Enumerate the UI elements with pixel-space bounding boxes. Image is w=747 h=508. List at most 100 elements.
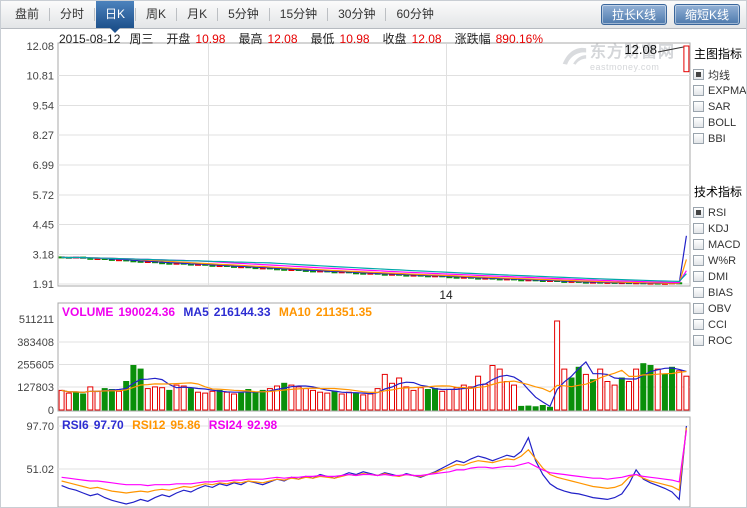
rsi24-value: 92.98 xyxy=(247,418,277,432)
svg-text:1.91: 1.91 xyxy=(33,279,54,291)
kline-zoom-buttons: 拉长K线 缩短K线 xyxy=(601,4,740,25)
tab-divider xyxy=(327,8,328,21)
item-label: RSI xyxy=(708,207,726,219)
high-value: 12.08 xyxy=(267,32,297,46)
sidebar-item-kdj[interactable]: KDJ xyxy=(693,221,747,236)
item-label: MACD xyxy=(708,239,740,251)
svg-text:6.99: 6.99 xyxy=(33,160,54,172)
item-label: OBV xyxy=(708,303,731,315)
sidebar-item-cci[interactable]: CCI xyxy=(693,317,747,332)
tab-divider xyxy=(135,8,136,21)
checkbox-icon xyxy=(693,69,704,80)
volume-label: VOLUME xyxy=(62,305,113,319)
tab-divider xyxy=(269,8,270,21)
checkbox-icon xyxy=(693,223,704,234)
sidebar-item-expma[interactable]: EXPMA xyxy=(693,83,747,98)
sidebar-item-roc[interactable]: ROC xyxy=(693,333,747,348)
item-label: SAR xyxy=(708,101,731,113)
tab-divider xyxy=(176,8,177,21)
svg-text:255605: 255605 xyxy=(17,360,54,372)
main-indicator-group: 主图指标 均线 EXPMA SAR BOLL BBI xyxy=(693,45,747,147)
svg-text:12.08: 12.08 xyxy=(26,41,54,53)
checkbox-icon xyxy=(693,85,704,96)
tech-indicator-header: 技术指标 xyxy=(694,183,747,200)
tab-weekly-k[interactable]: 周K xyxy=(137,1,175,28)
item-label: KDJ xyxy=(708,223,729,235)
item-label: BIAS xyxy=(708,287,733,299)
ohlc-info-bar: 2015-08-12周三开盘10.98最高12.08最低10.98收盘12.08… xyxy=(59,32,556,46)
rsi12-value: 95.86 xyxy=(170,418,200,432)
sidebar-item-boll[interactable]: BOLL xyxy=(693,115,747,130)
sidebar-item-obv[interactable]: OBV xyxy=(693,301,747,316)
sidebar-item-dmi[interactable]: DMI xyxy=(693,269,747,284)
svg-text:10.81: 10.81 xyxy=(26,71,54,83)
item-label: EXPMA xyxy=(708,85,747,97)
svg-text:97.70: 97.70 xyxy=(26,421,54,433)
x-axis-tick-label: 14 xyxy=(426,288,466,302)
rsi6-value: 97.70 xyxy=(94,418,124,432)
change-pct-label: 涨跌幅 xyxy=(455,32,491,46)
tab-30min[interactable]: 30分钟 xyxy=(329,1,384,28)
checkbox-icon xyxy=(693,207,704,218)
tab-5min[interactable]: 5分钟 xyxy=(219,1,268,28)
tab-intraday[interactable]: 分时 xyxy=(51,1,93,28)
rsi6-label: RSI6 xyxy=(62,418,89,432)
last-price-annotation: 12.08 xyxy=(613,42,657,57)
svg-text:9.54: 9.54 xyxy=(33,100,54,112)
open-label: 开盘 xyxy=(166,32,190,46)
quote-weekday: 周三 xyxy=(129,32,153,46)
high-label: 最高 xyxy=(238,32,262,46)
checkbox-icon xyxy=(693,255,704,266)
toolbar: 盘前 分时 日K 周K 月K 5分钟 15分钟 30分钟 60分钟 拉长K线 缩… xyxy=(1,1,746,29)
svg-text:5.72: 5.72 xyxy=(33,190,54,202)
tab-monthly-k[interactable]: 月K xyxy=(178,1,216,28)
tab-pre-market[interactable]: 盘前 xyxy=(6,1,48,28)
tab-60min[interactable]: 60分钟 xyxy=(387,1,442,28)
tab-15min[interactable]: 15分钟 xyxy=(271,1,326,28)
item-label: 均线 xyxy=(708,67,730,83)
sidebar-item-rsi[interactable]: RSI xyxy=(693,205,747,220)
quote-date: 2015-08-12 xyxy=(59,32,120,46)
svg-text:0: 0 xyxy=(48,405,54,417)
checkbox-icon xyxy=(693,319,704,330)
vol-ma5-value: 216144.33 xyxy=(214,305,271,319)
main-indicator-header: 主图指标 xyxy=(694,45,747,62)
item-label: W%R xyxy=(708,255,736,267)
item-label: BOLL xyxy=(708,117,736,129)
sidebar-item-ma[interactable]: 均线 xyxy=(693,67,747,82)
item-label: CCI xyxy=(708,319,727,331)
item-label: BBI xyxy=(708,133,726,145)
svg-text:4.45: 4.45 xyxy=(33,220,54,232)
tab-divider xyxy=(49,8,50,21)
checkbox-icon xyxy=(693,271,704,282)
period-tabs: 盘前 分时 日K 周K 月K 5分钟 15分钟 30分钟 60分钟 xyxy=(1,1,443,28)
low-value: 10.98 xyxy=(340,32,370,46)
checkbox-icon xyxy=(693,133,704,144)
sidebar-item-wr[interactable]: W%R xyxy=(693,253,747,268)
shrink-kline-button[interactable]: 缩短K线 xyxy=(674,4,740,25)
change-pct-value: 890.16% xyxy=(496,32,543,46)
sidebar-item-sar[interactable]: SAR xyxy=(693,99,747,114)
svg-text:8.27: 8.27 xyxy=(33,130,54,142)
svg-text:51.02: 51.02 xyxy=(26,464,54,476)
tab-divider xyxy=(217,8,218,21)
open-value: 10.98 xyxy=(195,32,225,46)
sidebar-item-bias[interactable]: BIAS xyxy=(693,285,747,300)
stretch-kline-button[interactable]: 拉长K线 xyxy=(601,4,667,25)
volume-value: 190024.36 xyxy=(118,305,175,319)
sidebar-item-macd[interactable]: MACD xyxy=(693,237,747,252)
volume-pane-header: VOLUME190024.36 MA5216144.33 MA10211351.… xyxy=(62,305,377,319)
tab-daily-k[interactable]: 日K xyxy=(96,1,134,28)
svg-text:383408: 383408 xyxy=(17,337,54,349)
item-label: DMI xyxy=(708,271,728,283)
tech-indicator-group: 技术指标 RSI KDJ MACD W%R DMI BIAS OBV CCI R… xyxy=(693,183,747,349)
tab-divider xyxy=(94,8,95,21)
checkbox-icon xyxy=(693,117,704,128)
vol-ma10-value: 211351.35 xyxy=(316,305,372,319)
rsi24-label: RSI24 xyxy=(209,418,242,432)
svg-text:511211: 511211 xyxy=(19,314,54,326)
sidebar-item-bbi[interactable]: BBI xyxy=(693,131,747,146)
indicator-sidebar: 主图指标 均线 EXPMA SAR BOLL BBI 技术指标 RSI KDJ … xyxy=(693,43,747,507)
stock-chart-app: 盘前 分时 日K 周K 月K 5分钟 15分钟 30分钟 60分钟 拉长K线 缩… xyxy=(0,0,747,508)
close-value: 12.08 xyxy=(412,32,442,46)
